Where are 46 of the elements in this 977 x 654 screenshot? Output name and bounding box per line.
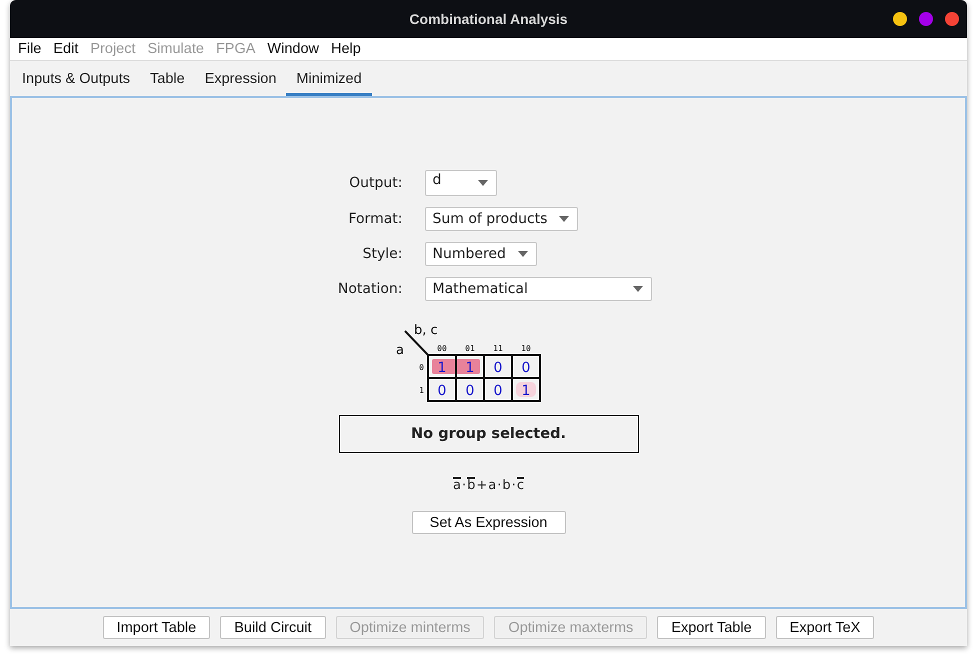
column-label: 01 xyxy=(464,344,474,353)
dropdown-caret-icon xyxy=(632,286,642,292)
window-title: Combinational Analysis xyxy=(409,11,568,27)
set-as-expression-button[interactable]: Set As Expression xyxy=(412,511,566,534)
menu-item[interactable]: Help xyxy=(325,41,367,57)
dropdown[interactable]: Mathematical xyxy=(424,277,652,301)
column-label: 00 xyxy=(436,344,446,353)
dropdown[interactable]: Numbered xyxy=(424,242,537,266)
dropdown-caret-icon xyxy=(478,180,488,186)
row-label: 1 xyxy=(418,386,424,395)
minimized-expression: a·b+a·b·c xyxy=(452,476,525,494)
action-button[interactable]: Build Circuit xyxy=(220,616,326,639)
menu-item[interactable]: Window xyxy=(261,41,325,57)
menu-item[interactable]: Edit xyxy=(47,41,84,57)
window-control-button[interactable] xyxy=(893,12,907,26)
menu-item[interactable]: File xyxy=(12,41,48,57)
column-label: 10 xyxy=(520,344,530,353)
window-control-button[interactable] xyxy=(945,12,959,26)
dropdown[interactable]: Sum of products xyxy=(424,207,578,231)
tab[interactable]: Inputs & Outputs xyxy=(12,61,140,96)
action-button[interactable]: Export Table xyxy=(657,616,766,639)
group-info-box: No group selected. xyxy=(338,415,638,453)
field-label: Style: xyxy=(362,246,402,262)
tab[interactable]: Table xyxy=(140,61,195,96)
kmap-cell-value: 1 xyxy=(521,383,530,399)
kmap-cell-value: 0 xyxy=(465,383,474,399)
kmap-cell-value: 1 xyxy=(465,360,474,376)
kmap-cell-value: 0 xyxy=(493,383,502,399)
row-variable: a xyxy=(396,343,404,358)
kmap-cell-value: 0 xyxy=(493,360,502,376)
kmap-cell-value: 1 xyxy=(437,360,446,376)
tab[interactable]: Minimized xyxy=(286,61,372,96)
field-label: Output: xyxy=(349,175,402,191)
kmap-cell-value: 0 xyxy=(437,383,446,399)
row-label: 0 xyxy=(418,363,424,372)
dropdown[interactable]: d xyxy=(424,170,496,196)
field-label: Format: xyxy=(348,211,402,227)
kmap-cell-value: 0 xyxy=(521,360,530,376)
action-button[interactable]: Export TeX xyxy=(776,616,874,639)
dropdown-caret-icon xyxy=(559,216,570,222)
field-label: Notation: xyxy=(338,281,402,297)
column-label: 11 xyxy=(492,344,502,353)
column-variables: b, c xyxy=(414,323,438,338)
tab[interactable]: Expression xyxy=(194,61,286,96)
dropdown-caret-icon xyxy=(518,251,528,257)
action-button[interactable]: Import Table xyxy=(102,616,210,639)
